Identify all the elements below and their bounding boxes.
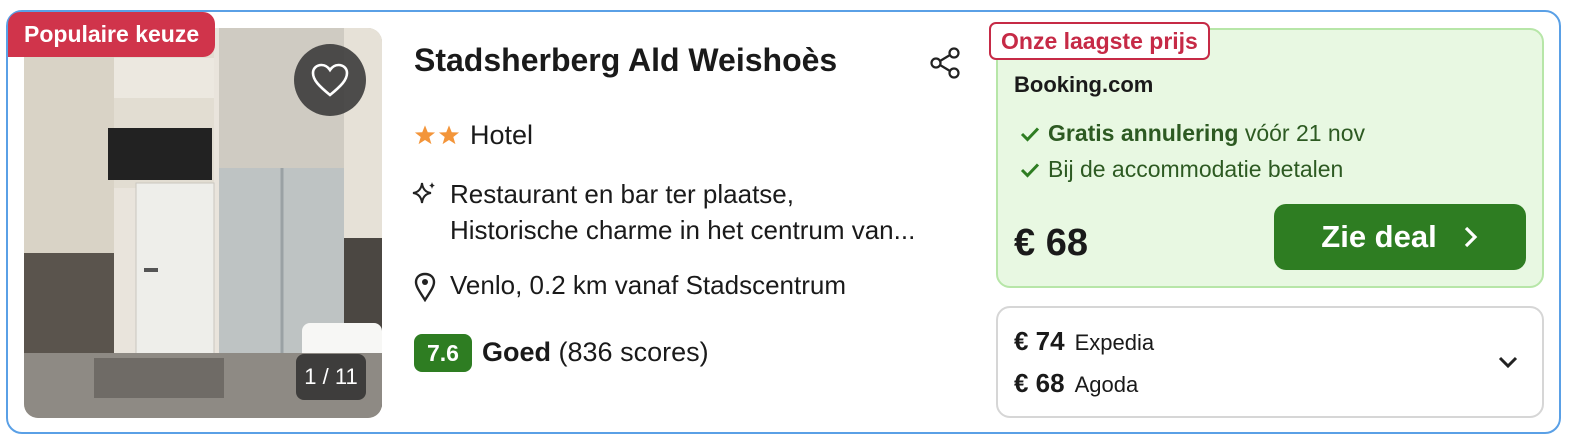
accommodation-type: Hotel bbox=[470, 120, 534, 150]
perk-1-rest: vóór 21 nov bbox=[1244, 120, 1366, 146]
heart-icon bbox=[311, 63, 349, 97]
offer-price: € 74 bbox=[1014, 326, 1065, 356]
star-icon bbox=[438, 125, 460, 145]
hotel-stars bbox=[414, 124, 460, 148]
chevron-down-icon[interactable] bbox=[1496, 352, 1520, 372]
popular-choice-badge: Populaire keuze bbox=[8, 12, 216, 57]
perk-1-bold: Gratis annulering bbox=[1048, 120, 1239, 146]
pay-at-property-perk: Bij de accommodatie betalen bbox=[1020, 156, 1343, 183]
check-icon bbox=[1020, 126, 1040, 142]
offer-row[interactable]: € 74 Expedia bbox=[1014, 326, 1154, 357]
offer-provider: Agoda bbox=[1074, 372, 1139, 397]
share-icon[interactable] bbox=[928, 46, 962, 80]
see-deal-button[interactable]: Zie deal bbox=[1274, 204, 1526, 270]
deal-provider: Booking.com bbox=[1014, 72, 1154, 97]
rating-count: (836 scores) bbox=[558, 337, 709, 367]
rating-summary[interactable]: Goed (836 scores) bbox=[482, 337, 709, 368]
perk-2-text: Bij de accommodatie betalen bbox=[1048, 156, 1344, 182]
favorite-button[interactable] bbox=[294, 44, 366, 116]
free-cancellation-perk: Gratis annulering vóór 21 nov bbox=[1020, 120, 1365, 147]
amenities-line-1: Restaurant en bar ter plaatse, bbox=[450, 179, 794, 209]
amenities-summary: Restaurant en bar ter plaatse, Historisc… bbox=[450, 176, 970, 248]
check-icon bbox=[1020, 162, 1040, 178]
sparkle-icon bbox=[412, 182, 435, 204]
amenities-line-2: Historische charme in het centrum van... bbox=[450, 215, 916, 245]
offer-provider: Expedia bbox=[1074, 330, 1155, 355]
hotel-name[interactable]: Stadsherberg Ald Weishoès bbox=[414, 42, 837, 79]
star-icon bbox=[414, 125, 436, 145]
image-counter: 1 / 11 bbox=[296, 354, 366, 400]
other-offers-panel[interactable] bbox=[996, 306, 1544, 418]
chevron-right-icon bbox=[1464, 226, 1477, 248]
rating-label: Goed bbox=[482, 337, 552, 367]
map-pin-icon bbox=[414, 272, 436, 302]
hotel-location: Venlo, 0.2 km vanaf Stadscentrum bbox=[450, 270, 846, 300]
see-deal-label: Zie deal bbox=[1321, 219, 1437, 254]
rating-score-badge: 7.6 bbox=[414, 334, 472, 372]
deal-price: € 68 bbox=[1014, 222, 1088, 264]
offer-price: € 68 bbox=[1014, 368, 1065, 398]
offer-row[interactable]: € 68 Agoda bbox=[1014, 368, 1138, 399]
lowest-price-tag: Onze laagste prijs bbox=[989, 22, 1210, 60]
